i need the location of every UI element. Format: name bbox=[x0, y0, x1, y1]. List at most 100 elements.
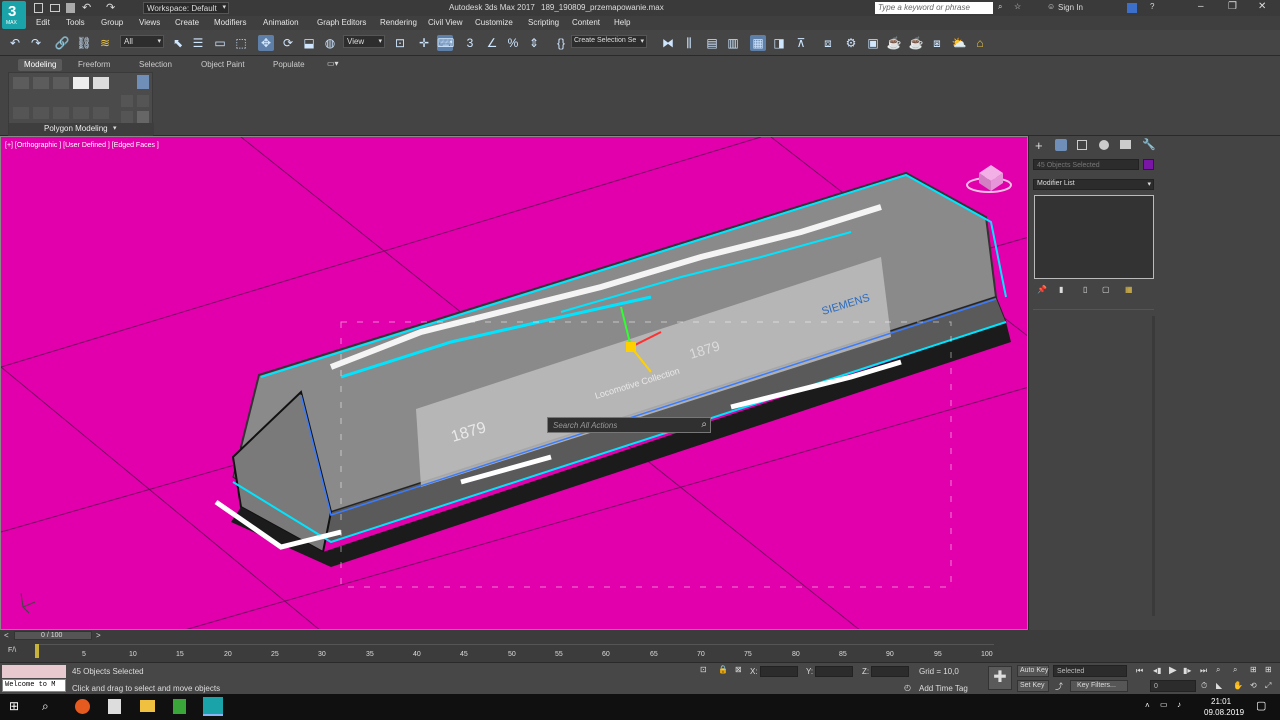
ribbon-tool-icon[interactable] bbox=[121, 111, 133, 123]
key-mode-dropdown[interactable]: Selected bbox=[1053, 665, 1127, 677]
close-icon[interactable]: ✕ bbox=[1258, 1, 1266, 12]
ribbon-tool-icon[interactable] bbox=[137, 111, 149, 123]
file-explorer-icon[interactable] bbox=[140, 700, 155, 712]
pan-icon[interactable]: ✋ bbox=[1233, 681, 1243, 690]
menu-tools[interactable]: Tools bbox=[66, 18, 85, 27]
rotate-icon[interactable]: ⟳ bbox=[280, 35, 296, 51]
named-selection-sets-dropdown[interactable]: Create Selection Se ▾ bbox=[571, 35, 647, 48]
ribbon-tool-icon[interactable] bbox=[93, 107, 109, 119]
render-activeshade-icon[interactable]: ⧆ bbox=[929, 35, 945, 51]
volume-icon[interactable]: ♪ bbox=[1177, 700, 1181, 709]
snaps-toggle-icon[interactable]: 3 bbox=[462, 35, 478, 51]
search-actions-box[interactable]: Search All Actions ⌕ bbox=[547, 417, 711, 433]
time-slider-prev[interactable]: < bbox=[4, 631, 9, 640]
viewport-label[interactable]: [+] [Orthographic ] [User Defined ] [Edg… bbox=[5, 142, 159, 149]
menu-scripting[interactable]: Scripting bbox=[528, 18, 559, 27]
menu-group[interactable]: Group bbox=[101, 18, 123, 27]
ribbon-tool-icon[interactable] bbox=[121, 95, 133, 107]
user-icon[interactable]: ☺ bbox=[1047, 2, 1055, 11]
a360-gallery-icon[interactable]: ⌂ bbox=[972, 35, 988, 51]
search-icon[interactable]: ⌕ bbox=[42, 699, 49, 714]
absolute-mode-icon[interactable]: ⊠ bbox=[735, 665, 742, 674]
modify-mode-icon[interactable] bbox=[137, 75, 149, 89]
keyboard-shortcut-override-icon[interactable]: ⌨ bbox=[437, 35, 454, 51]
render-iterative-icon[interactable]: ☕ bbox=[908, 35, 924, 51]
ribbon-tool-icon[interactable] bbox=[53, 107, 69, 119]
reference-coord-dropdown[interactable]: View ▾ bbox=[343, 35, 385, 48]
help-icon[interactable]: ? bbox=[1150, 2, 1154, 11]
menu-modifiers[interactable]: Modifiers bbox=[214, 18, 246, 27]
app-logo[interactable]: 3 MAX bbox=[2, 1, 26, 29]
viewcube-icon[interactable] bbox=[966, 165, 1012, 193]
remove-modifier-icon[interactable]: ▢ bbox=[1102, 285, 1110, 294]
track-bar[interactable]: 5 10 15 20 25 30 35 40 45 50 55 60 65 70… bbox=[36, 644, 994, 660]
windows-start-icon[interactable]: ⊞ bbox=[9, 699, 19, 713]
exchange-apps-icon[interactable] bbox=[1127, 3, 1137, 13]
curve-editor-icon[interactable]: ◨ bbox=[771, 35, 787, 51]
selection-filter-dropdown[interactable]: All ▾ bbox=[120, 35, 164, 48]
undo-icon[interactable]: ↶ bbox=[82, 1, 91, 14]
current-frame-marker[interactable] bbox=[35, 644, 39, 658]
layer-explorer-icon[interactable]: ▤ bbox=[704, 35, 720, 51]
redo-icon[interactable]: ↷ bbox=[106, 1, 115, 14]
workspace-dropdown[interactable]: Workspace: Default ▾ bbox=[143, 2, 229, 14]
x-coord-field[interactable] bbox=[760, 666, 798, 677]
edge-icon[interactable] bbox=[33, 77, 49, 89]
add-time-tag[interactable]: Add Time Tag bbox=[919, 684, 968, 693]
ribbon-tab-object-paint[interactable]: Object Paint bbox=[195, 59, 251, 71]
time-slider-next[interactable]: > bbox=[96, 631, 101, 640]
calculator-icon[interactable] bbox=[108, 699, 121, 714]
ribbon-tab-populate[interactable]: Populate bbox=[267, 59, 311, 71]
render-icon[interactable]: ☕ bbox=[886, 35, 902, 51]
make-unique-icon[interactable]: ▯ bbox=[1083, 285, 1087, 294]
polygon-modeling-label[interactable]: Polygon Modeling ▾ bbox=[9, 123, 154, 135]
maxscript-listener[interactable]: Welcome to M bbox=[2, 679, 66, 692]
modify-tab-icon[interactable] bbox=[1055, 139, 1067, 151]
menu-help[interactable]: Help bbox=[614, 18, 630, 27]
prev-frame-icon[interactable]: ◂▮ bbox=[1153, 666, 1161, 675]
auto-key-button[interactable]: Auto Key bbox=[1017, 665, 1049, 677]
search-icon[interactable]: ⌕ bbox=[998, 2, 1002, 12]
pivot-center-icon[interactable]: ⊡ bbox=[392, 35, 408, 51]
menu-customize[interactable]: Customize bbox=[475, 18, 513, 27]
object-color-swatch[interactable] bbox=[1143, 159, 1154, 170]
set-key-button[interactable]: Set Key bbox=[1017, 680, 1049, 692]
material-editor-icon[interactable]: ⧈ bbox=[820, 35, 836, 51]
bind-spacewarp-icon[interactable]: ≋ bbox=[97, 35, 113, 51]
vertex-icon[interactable] bbox=[13, 77, 29, 89]
menu-animation[interactable]: Animation bbox=[263, 18, 299, 27]
create-tab-icon[interactable]: + bbox=[1035, 138, 1043, 153]
next-frame-icon[interactable]: ▮▸ bbox=[1183, 666, 1191, 675]
menu-edit[interactable]: Edit bbox=[36, 18, 50, 27]
zoom-extents-all-icon[interactable]: ⊞ bbox=[1265, 665, 1272, 674]
menu-views[interactable]: Views bbox=[139, 18, 160, 27]
zoom-all-icon[interactable]: ⌕ bbox=[1233, 665, 1237, 675]
ribbon-tab-selection[interactable]: Selection bbox=[133, 59, 178, 71]
field-of-view-icon[interactable]: ◣ bbox=[1216, 681, 1222, 690]
hierarchy-tab-icon[interactable] bbox=[1077, 140, 1087, 150]
curve-editor-toggle-icon[interactable]: F/\ bbox=[8, 647, 16, 654]
taskbar-clock-date[interactable]: 09.08.2019 bbox=[1204, 708, 1244, 717]
motion-tab-icon[interactable] bbox=[1099, 140, 1109, 150]
menu-create[interactable]: Create bbox=[175, 18, 199, 27]
scene-explorer-icon[interactable]: ▦ bbox=[750, 35, 766, 51]
scale-icon[interactable]: ⬓ bbox=[301, 35, 317, 51]
menu-rendering[interactable]: Rendering bbox=[380, 18, 417, 27]
menu-graph-editors[interactable]: Graph Editors bbox=[317, 18, 366, 27]
new-file-icon[interactable] bbox=[34, 3, 43, 13]
redo-icon[interactable]: ↷ bbox=[28, 35, 44, 51]
perspective-viewport[interactable]: SIEMENS 1879 1879 Locomotive Collection … bbox=[0, 136, 1028, 630]
ribbon-tool-icon[interactable] bbox=[13, 107, 29, 119]
angle-snap-icon[interactable]: ∠ bbox=[484, 35, 500, 51]
ribbon-options-icon[interactable]: ▭▾ bbox=[327, 59, 339, 68]
notepad-icon[interactable] bbox=[173, 699, 186, 714]
move-icon[interactable]: ✥ bbox=[258, 35, 274, 51]
current-frame-field[interactable]: 0 bbox=[1150, 680, 1196, 692]
rect-selection-icon[interactable]: ▭ bbox=[212, 35, 228, 51]
undo-icon[interactable]: ↶ bbox=[7, 35, 23, 51]
key-tangent-icon[interactable]: ⤴ bbox=[1055, 681, 1063, 692]
help-search-input[interactable]: Type a keyword or phrase bbox=[875, 2, 993, 14]
select-object-icon[interactable]: ⬉ bbox=[170, 35, 186, 51]
percent-snap-icon[interactable]: % bbox=[505, 35, 521, 51]
panel-scrollbar[interactable] bbox=[1152, 316, 1155, 616]
